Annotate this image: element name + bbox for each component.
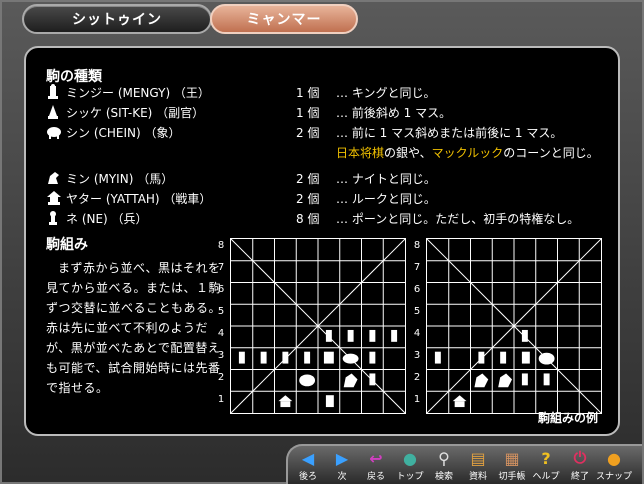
book-icon: ▤ — [470, 448, 486, 468]
rank-label: 8 — [413, 240, 421, 251]
content-panel: 駒の種類 ミンジー (MENGY) （王） 1 個 … キングと同じ。 シッケ … — [24, 46, 620, 436]
help-button[interactable]: ? ヘルプ — [532, 448, 560, 484]
piece-row-sitke: シッケ (SIT-KE) （副官） 1 個 … 前後斜め 1 マス。 — [46, 102, 616, 122]
piece-row-myin: ミン (MYIN) （馬） 2 個 … ナイトと同じ。 — [46, 168, 616, 188]
kumi-section-title: 駒組み — [46, 237, 88, 253]
rank-label: 3 — [217, 350, 225, 361]
board-grid — [426, 238, 602, 414]
piece-row-yattah: ヤター (YATTAH) （戦車） 2 個 … ルークと同じ。 — [46, 188, 616, 208]
stamp-book-button[interactable]: ▦ 切手帳 — [498, 448, 526, 484]
rank-label: 1 — [217, 394, 225, 405]
piece-name: シン (CHEIN) （象） — [66, 125, 181, 140]
magnifier-icon: ⚲ — [438, 448, 450, 468]
right-arrow-icon: ▶ — [335, 448, 349, 468]
board-grid — [230, 238, 406, 414]
piece-desc: … ナイトと同じ。 — [336, 171, 436, 186]
stamp-icon: ▦ — [504, 448, 520, 468]
tab-sittuyin[interactable]: シットゥイン — [22, 4, 212, 34]
search-button[interactable]: ⚲ 検索 — [430, 448, 458, 484]
piece-name: シッケ (SIT-KE) （副官） — [66, 105, 205, 120]
materials-button[interactable]: ▤ 資料 — [464, 448, 492, 484]
king-piece-icon — [46, 84, 60, 100]
rank-label: 5 — [413, 306, 421, 317]
rank-label: 2 — [413, 372, 421, 383]
piece-desc: … 前後斜め 1 マス。 — [336, 105, 452, 120]
rank-label: 4 — [217, 328, 225, 339]
top-button[interactable]: ● トップ — [396, 448, 424, 484]
snap-button[interactable]: ● スナップ — [596, 448, 632, 484]
note-highlight-makruk: マックルック — [431, 145, 504, 160]
help-icon: ? — [541, 448, 551, 468]
snap-icon: ● — [607, 448, 621, 468]
rank-label: 4 — [413, 328, 421, 339]
piece-name: ヤター (YATTAH) （戦車） — [66, 191, 212, 206]
piece-count: 1 個 — [296, 85, 320, 100]
back-button[interactable]: ◀ 後ろ — [294, 448, 322, 484]
chariot-piece-icon — [46, 190, 61, 206]
navigation-bar: ◀ 後ろ ▶ 次 ↩ 戻る ● トップ ⚲ 検索 ▤ 資料 ▦ 切手帳 ? ヘルプ ⏻ 終了 ● ス… — [286, 444, 642, 484]
piece-desc: … 前に 1 マス斜めまたは前後に 1 マス。 — [336, 125, 563, 140]
piece-count: 2 個 — [296, 125, 320, 140]
rank-label: 3 — [413, 350, 421, 361]
piece-note-row: 日本将棋の銀や、マックルックのコーンと同じ。 — [46, 142, 616, 162]
horse-piece-icon — [46, 170, 60, 186]
piece-name: ネ (NE) （兵） — [66, 211, 148, 226]
note-highlight-shogi: 日本将棋 — [336, 145, 385, 160]
elephant-piece-icon — [46, 124, 61, 140]
piece-count: 2 個 — [296, 171, 320, 186]
note-text: の銀や、 — [384, 145, 432, 160]
piece-desc: … キングと同じ。 — [336, 85, 436, 100]
piece-count: 8 個 — [296, 211, 320, 226]
note-text-end: のコーンと同じ。 — [503, 145, 599, 160]
piece-name: ミン (MYIN) （馬） — [66, 171, 174, 186]
piece-desc: … ポーンと同じ。ただし、初手の特権なし。 — [336, 211, 580, 226]
piece-count: 1 個 — [296, 105, 320, 120]
rank-label: 6 — [413, 284, 421, 295]
piece-row-chein: シン (CHEIN) （象） 2 個 … 前に 1 マス斜めまたは前後に 1 マ… — [46, 122, 616, 142]
return-button[interactable]: ↩ 戻る — [362, 448, 390, 484]
pawn-piece-icon — [46, 210, 60, 226]
tab-myanmar[interactable]: ミャンマー — [210, 4, 358, 34]
rank-label: 8 — [217, 240, 225, 251]
rank-label: 7 — [217, 262, 225, 273]
left-arrow-icon: ◀ — [301, 448, 315, 468]
rank-label: 2 — [217, 372, 225, 383]
piece-name: ミンジー (MENGY) （王） — [66, 85, 210, 100]
rank-label: 1 — [413, 394, 421, 405]
piece-row-ne: ネ (NE) （兵） 8 個 … ポーンと同じ。ただし、初手の特権なし。 — [46, 208, 616, 228]
power-icon: ⏻ — [573, 448, 587, 467]
return-icon: ↩ — [369, 448, 383, 468]
rank-label: 7 — [413, 262, 421, 273]
board-caption: 駒組みの例 — [537, 411, 598, 425]
general-piece-icon — [46, 104, 60, 120]
piece-count: 2 個 — [296, 191, 320, 206]
piece-desc: … ルークと同じ。 — [336, 191, 436, 206]
kumi-description: まず赤から並べ、黒はそれを見てから並べる。または、１駒ずつ交替に並べることもある… — [46, 261, 222, 395]
globe-icon: ● — [403, 448, 417, 468]
next-button[interactable]: ▶ 次 — [328, 448, 356, 484]
piece-row-mengy: ミンジー (MENGY) （王） 1 個 … キングと同じ。 — [46, 82, 616, 102]
rank-label: 5 — [217, 306, 225, 317]
exit-button[interactable]: ⏻ 終了 — [566, 448, 594, 484]
rank-label: 6 — [217, 284, 225, 295]
